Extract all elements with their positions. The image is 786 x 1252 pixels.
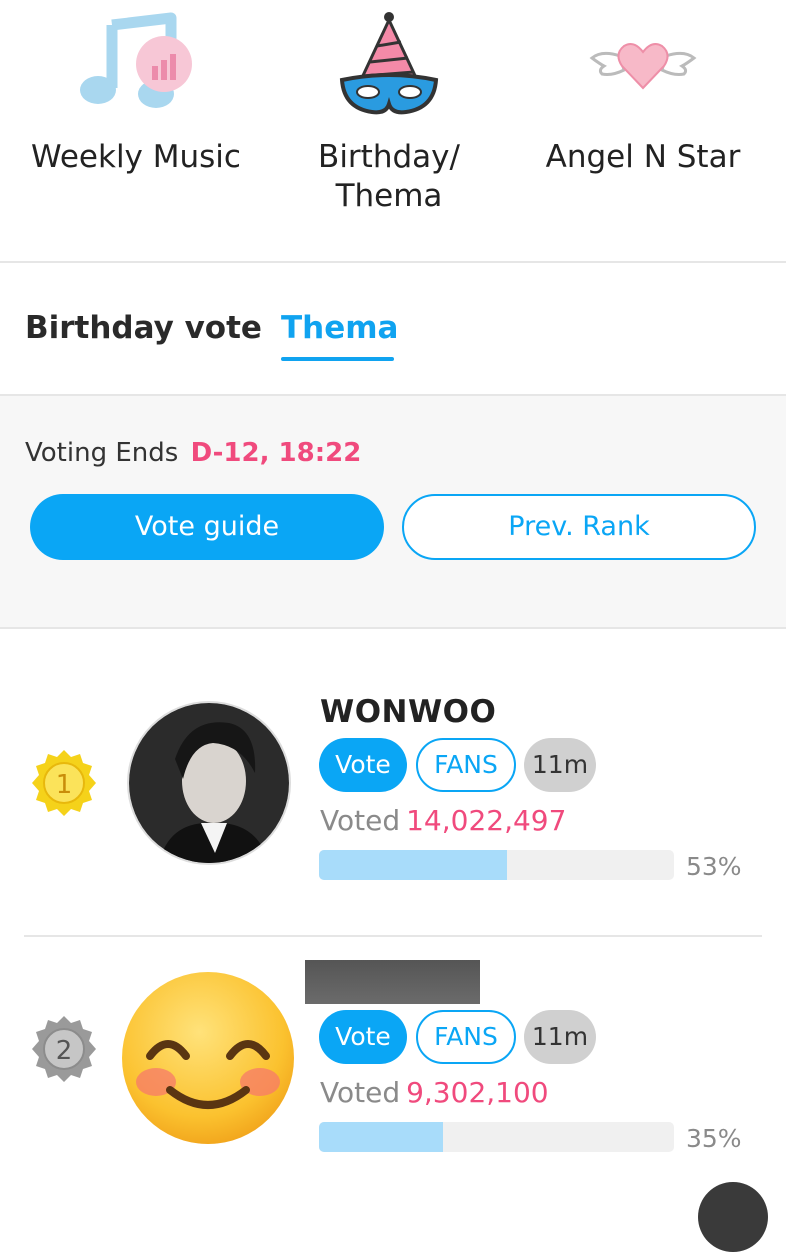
party-hat-mask-icon <box>339 12 439 115</box>
time-badge: 11m <box>524 738 596 792</box>
vote-guide-button[interactable]: Vote guide <box>30 494 384 560</box>
rank-number: 1 <box>56 770 73 800</box>
artist-photo <box>129 703 289 863</box>
smiling-emoji-icon <box>122 972 294 1144</box>
nav-weekly-music[interactable]: Weekly Music <box>5 0 267 262</box>
nav-angel-n-star[interactable]: Angel N Star <box>512 0 774 262</box>
nav-divider <box>0 261 786 263</box>
vote-progress-bar <box>319 850 674 880</box>
active-tab-indicator <box>281 357 394 361</box>
vote-count: Voted 14,022,497 <box>320 804 566 837</box>
time-badge: 11m <box>524 1010 596 1064</box>
vote-progress-fill <box>319 850 508 880</box>
rank-row: 1 WONWOO Vote FANS 11m Voted 14,022,497 5… <box>0 630 786 930</box>
redacted-artist-name <box>305 960 480 1004</box>
prev-rank-button[interactable]: Prev. Rank <box>402 494 756 560</box>
rank-row: 2 Vote FANS 11m Voted 9,302,100 35% <box>0 938 786 1238</box>
gold-medal-icon: 1 <box>32 750 96 816</box>
vote-percent: 53% <box>686 852 742 881</box>
vote-count-value: 9,302,100 <box>406 1076 549 1109</box>
scroll-top-button[interactable] <box>698 1182 768 1252</box>
voted-label: Voted <box>320 1076 401 1109</box>
voted-label: Voted <box>320 804 401 837</box>
nav-birthday-thema[interactable]: Birthday/ Thema <box>258 0 520 262</box>
rank-number: 2 <box>56 1036 73 1066</box>
artist-name: WONWOO <box>320 694 497 730</box>
vote-button[interactable]: Vote <box>319 738 407 792</box>
tab-birthday-vote[interactable]: Birthday vote <box>25 310 262 346</box>
vote-percent: 35% <box>686 1124 742 1153</box>
fans-button[interactable]: FANS <box>416 738 516 792</box>
music-notes-chart-icon <box>80 12 192 108</box>
subtabs: Birthday vote Thema <box>0 264 786 394</box>
avatar[interactable] <box>120 970 296 1146</box>
nav-weekly-music-label: Weekly Music <box>31 139 241 175</box>
voting-deadline: D-12, 18:22 <box>190 438 362 468</box>
nav-angel-n-star-label: Angel N Star <box>545 139 741 175</box>
panel-divider <box>0 627 786 629</box>
winged-heart-icon <box>589 43 697 90</box>
tab-thema[interactable]: Thema <box>281 310 398 346</box>
vote-count-value: 14,022,497 <box>406 804 567 837</box>
silver-medal-icon: 2 <box>32 1016 96 1082</box>
avatar[interactable] <box>127 701 291 865</box>
vote-progress-fill <box>319 1122 444 1152</box>
nav-birthday-thema-label: Birthday/ Thema <box>318 139 460 214</box>
voting-ends: Voting Ends D-12, 18:22 <box>25 438 361 468</box>
row-divider <box>24 935 762 937</box>
top-nav: Weekly Music Birthday/ Thema Angel N Sta… <box>0 0 786 262</box>
voting-ends-label: Voting Ends <box>25 438 179 468</box>
vote-count: Voted 9,302,100 <box>320 1076 549 1109</box>
vote-info-panel: Voting Ends D-12, 18:22 Vote guide Prev.… <box>0 396 786 627</box>
fans-button[interactable]: FANS <box>416 1010 516 1064</box>
vote-button[interactable]: Vote <box>319 1010 407 1064</box>
vote-progress-bar <box>319 1122 674 1152</box>
